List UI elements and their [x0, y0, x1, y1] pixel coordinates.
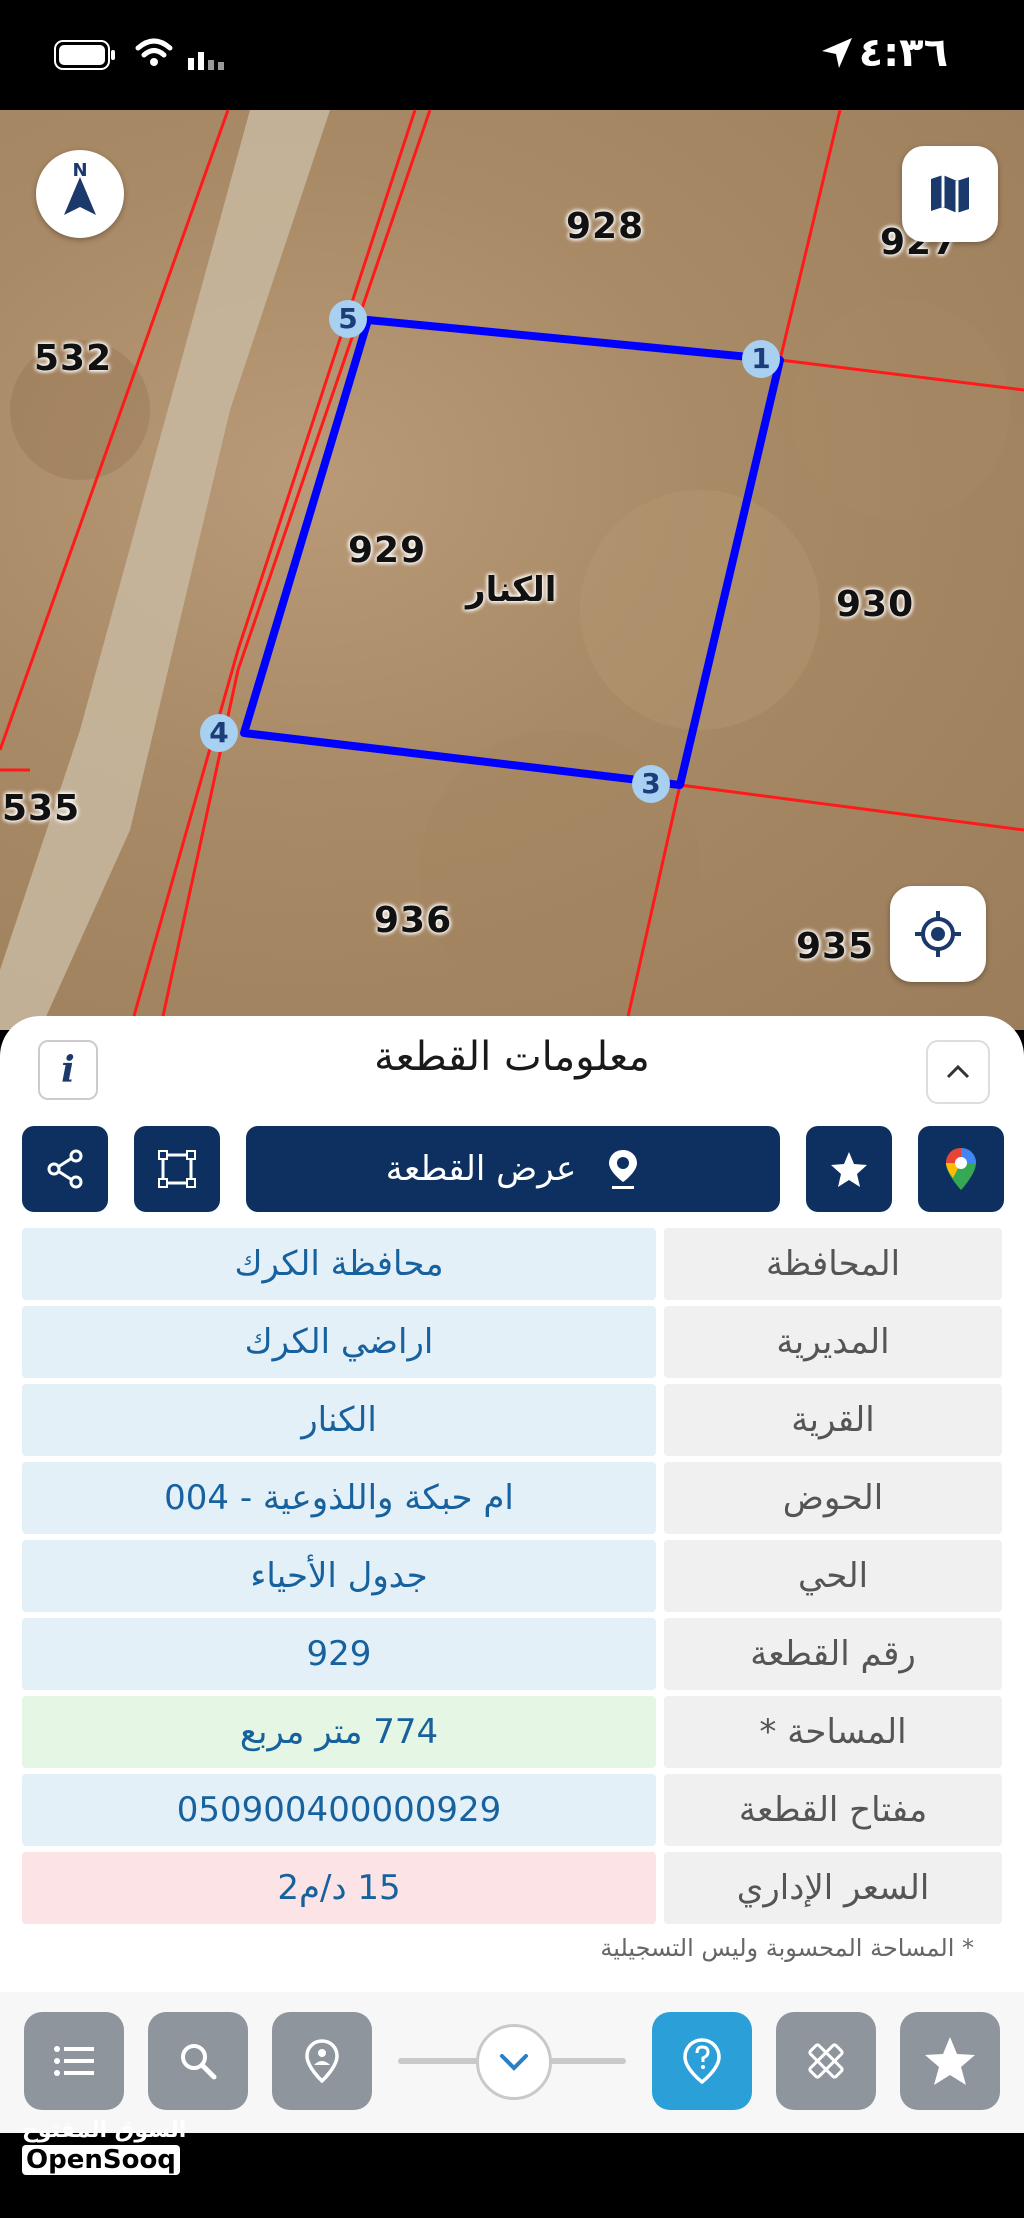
vertex-marker-4[interactable]: 4 [200, 714, 238, 752]
show-parcel-label: عرض القطعة [385, 1149, 577, 1189]
parcel-number-535: 535 [2, 788, 81, 829]
favorite-button[interactable] [806, 1126, 892, 1212]
parcel-number-532: 532 [34, 338, 113, 379]
share-icon [47, 1149, 83, 1189]
row-value-directorate: اراضي الكرك [22, 1306, 656, 1378]
google-maps-button[interactable] [918, 1126, 1004, 1212]
row-key-parcel-number: رقم القطعة [664, 1618, 1002, 1690]
table-row: المديرية اراضي الكرك [22, 1306, 1002, 1378]
list-button[interactable] [24, 2012, 124, 2110]
row-value-parcel-number: 929 [22, 1618, 656, 1690]
row-key-admin-price: السعر الإداري [664, 1852, 1002, 1924]
row-key-basin: الحوض [664, 1462, 1002, 1534]
row-value-area: 774 متر مربع [22, 1696, 656, 1768]
collapse-button[interactable] [926, 1040, 990, 1104]
parcel-number-935: 935 [796, 926, 875, 967]
row-value-neighborhood: جدول الأحياء [22, 1540, 656, 1612]
table-row: مفتاح القطعة 050900400000929 [22, 1774, 1002, 1846]
row-key-area: المساحة * [664, 1696, 1002, 1768]
parcel-number-928: 928 [566, 206, 645, 247]
search-button[interactable] [148, 2012, 248, 2110]
row-value-basin: ام حبكة واللذوعية - 004 [22, 1462, 656, 1534]
vertex-marker-5[interactable]: 5 [329, 300, 367, 338]
map-layers-button[interactable] [902, 146, 998, 242]
parcel-number-936: 936 [374, 900, 453, 941]
row-value-parcel-key: 050900400000929 [22, 1774, 656, 1846]
show-parcel-button[interactable]: عرض القطعة [246, 1126, 780, 1212]
pin-question-icon [683, 2038, 721, 2084]
vertex-marker-3[interactable]: 3 [632, 765, 670, 803]
ruler-icon [808, 2043, 844, 2079]
star-icon [925, 2037, 975, 2085]
table-row: المحافظة محافظة الكرك [22, 1228, 1002, 1300]
village-label: الكنار [466, 570, 557, 610]
google-maps-icon [946, 1148, 976, 1190]
watermark-english: OpenSooq [22, 2145, 180, 2175]
table-row: السعر الإداري 15 د/م2 [22, 1852, 1002, 1924]
compass-button[interactable]: N [36, 150, 124, 238]
panel-title: معلومات القطعة [374, 1034, 650, 1080]
row-value-governorate: محافظة الكرك [22, 1228, 656, 1300]
parcel-number-929: 929 [348, 530, 427, 571]
row-value-village: الكنار [22, 1384, 656, 1456]
search-icon [181, 2044, 217, 2080]
north-label: N [72, 160, 88, 181]
share-button[interactable] [22, 1126, 108, 1212]
measure-button[interactable] [776, 2012, 876, 2110]
status-bar: ٤:٣٦ [0, 0, 1024, 110]
table-row: المساحة * 774 متر مربع [22, 1696, 1002, 1768]
map-icon [931, 175, 969, 213]
area-footnote: * المساحة المحسوبة وليس التسجيلية [600, 1934, 974, 1962]
status-time: ٤:٣٦ [858, 30, 948, 76]
row-value-admin-price: 15 د/م2 [22, 1852, 656, 1924]
my-location-button[interactable] [890, 886, 986, 982]
chevron-up-icon [946, 1064, 970, 1079]
signal-icon [188, 46, 236, 74]
row-key-parcel-key: مفتاح القطعة [664, 1774, 1002, 1846]
polygon-icon [158, 1150, 196, 1188]
location-search-button[interactable] [272, 2012, 372, 2110]
opensooq-watermark: السوق المفتوح OpenSooq [22, 2118, 186, 2175]
row-key-governorate: المحافظة [664, 1228, 1002, 1300]
boundary-button[interactable] [134, 1126, 220, 1212]
table-row: القرية الكنار [22, 1384, 1002, 1456]
row-key-village: القرية [664, 1384, 1002, 1456]
favorites-button[interactable] [900, 2012, 1000, 2110]
vertex-marker-1[interactable]: 1 [742, 340, 780, 378]
row-key-neighborhood: الحي [664, 1540, 1002, 1612]
satellite-map[interactable]: 928 927 532 929 930 535 936 935 الكنار 1… [0, 110, 1024, 1030]
table-row: الحي جدول الأحياء [22, 1540, 1002, 1612]
battery-icon [54, 40, 116, 70]
wifi-icon [134, 36, 174, 72]
watermark-arabic: السوق المفتوح [22, 2118, 187, 2143]
panel-toggle-button[interactable] [476, 2024, 552, 2100]
list-icon [54, 2046, 94, 2076]
location-pin-icon [609, 1150, 638, 1189]
location-arrow-icon [820, 36, 854, 74]
query-button[interactable] [652, 2012, 752, 2110]
parcel-number-930: 930 [836, 584, 915, 625]
star-icon [831, 1152, 867, 1187]
chevron-down-icon [500, 2054, 528, 2071]
table-row: الحوض ام حبكة واللذوعية - 004 [22, 1462, 1002, 1534]
row-key-directorate: المديرية [664, 1306, 1002, 1378]
pin-person-icon [305, 2039, 339, 2083]
locate-icon [915, 911, 961, 957]
table-row: رقم القطعة 929 [22, 1618, 1002, 1690]
